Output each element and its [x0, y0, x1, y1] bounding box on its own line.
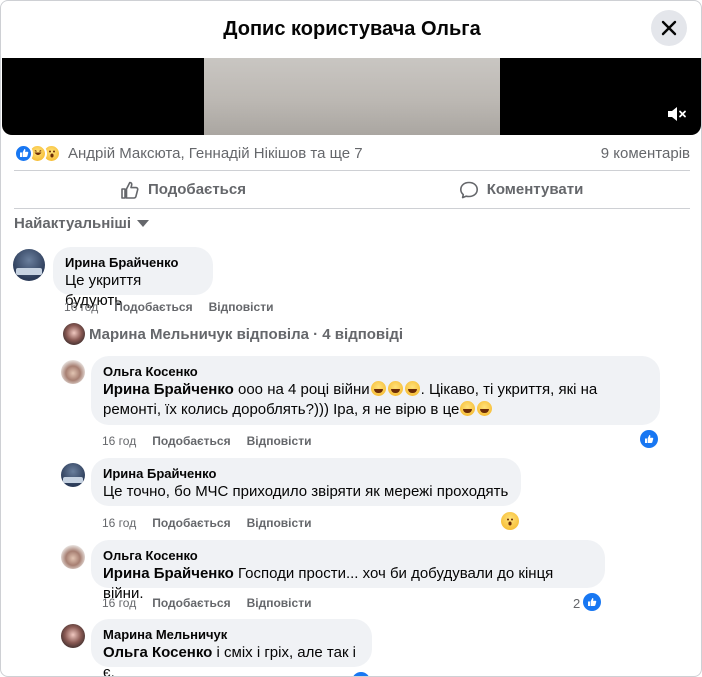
divider-bottom [14, 208, 690, 209]
reaction-icons[interactable] [14, 143, 61, 163]
reply-bubble: Марина Мельничук Ольга Косенко і сміх і … [91, 619, 372, 676]
reactors-text[interactable]: Андрій Максюта, Геннадій Нікішов та ще 7 [68, 145, 363, 162]
reply-reply-link[interactable]: Відповісти [247, 434, 312, 448]
dialog-title: Допис користувача Ольга [223, 17, 481, 40]
reply-reply-link[interactable]: Відповісти [247, 516, 312, 530]
replies-summary-link[interactable]: Марина Мельничук відповіла · 4 відповіді [89, 326, 403, 343]
wow-reaction-icon[interactable] [501, 512, 519, 530]
avatar[interactable] [61, 545, 85, 569]
reply-bubble: Ольга Косенко Ирина Брайченко ооо на 4 р… [91, 356, 660, 425]
close-button[interactable] [651, 10, 687, 46]
sort-label: Найактуальніші [14, 215, 132, 232]
laugh-emoji [460, 401, 476, 416]
like-icon [14, 143, 33, 163]
chevron-down-icon [137, 220, 150, 227]
mention-link[interactable]: Ирина Брайченко [103, 565, 234, 582]
video-player[interactable] [2, 58, 701, 135]
avatar [63, 323, 85, 345]
reply-text: Ольга Косенко і сміх і гріх, але так і є… [103, 644, 357, 677]
comment-label: Коментувати [486, 181, 584, 198]
post-dialog: Допис користувача Ольга Андрій Максюта, … [0, 0, 702, 677]
reply-like-link[interactable]: Подобається [152, 516, 230, 530]
comments-count[interactable]: 9 коментарів [601, 145, 690, 162]
reply-text: Це точно, бо МЧС приходило звіряти як ме… [103, 483, 509, 500]
like-reaction-icon[interactable] [640, 430, 658, 448]
reply-time[interactable]: 16 год [102, 516, 136, 530]
mute-icon[interactable] [665, 103, 687, 125]
reply-meta: 16 год Подобається Відповісти [102, 434, 327, 448]
avatar[interactable] [13, 249, 45, 281]
reply-author[interactable]: Ольга Косенко [103, 548, 593, 564]
sort-dropdown[interactable]: Найактуальніші [14, 215, 150, 232]
avatar[interactable] [61, 463, 85, 487]
comment-meta: 16 год Подобається Відповісти [64, 300, 289, 314]
post-actions: Подобається Коментувати [14, 171, 690, 208]
laugh-emoji [404, 381, 420, 396]
reply-like-link[interactable]: Подобається [152, 434, 230, 448]
like-label: Подобається [148, 181, 246, 198]
reply-like-link[interactable]: Подобається [152, 596, 230, 610]
thumbs-up-icon [121, 181, 139, 199]
avatar[interactable] [61, 624, 85, 648]
reply-reply-link[interactable]: Відповісти [247, 596, 312, 610]
comment-button[interactable]: Коментувати [352, 171, 690, 208]
reply-time[interactable]: 16 год [102, 596, 136, 610]
like-reaction-icon[interactable] [583, 593, 601, 611]
laugh-emoji [477, 401, 493, 416]
reply-bubble: Ольга Косенко Ирина Брайченко Господи пр… [91, 540, 605, 602]
close-icon [661, 20, 677, 36]
reply-text: Ирина Брайченко ооо на 4 році війни. Цік… [103, 381, 598, 398]
reply-text-line2: ремонті, їх колись дороблять?))) Іра, я … [103, 400, 648, 420]
video-frame [204, 58, 500, 135]
comment-like-link[interactable]: Подобається [114, 300, 192, 314]
mention-link[interactable]: Ирина Брайченко [103, 381, 234, 398]
like-reaction-icon[interactable] [352, 672, 370, 676]
comment-reply-link[interactable]: Відповісти [209, 300, 274, 314]
dialog-header: Допис користувача Ольга [1, 1, 701, 57]
laugh-emoji [387, 381, 403, 396]
reaction-count[interactable]: 2 [573, 596, 580, 611]
reactions-summary: Андрій Максюта, Геннадій Нікішов та ще 7… [14, 142, 690, 164]
avatar[interactable] [61, 360, 85, 384]
laugh-emoji [370, 381, 386, 396]
reply-author[interactable]: Марина Мельничук [103, 627, 360, 643]
reply-bubble: Ирина Брайченко Це точно, бо МЧС приходи… [91, 458, 521, 506]
reply-author[interactable]: Ирина Брайченко [103, 466, 509, 482]
like-button[interactable]: Подобається [14, 171, 352, 208]
comment-bubble: Ирина Брайченко Це укриття будують [53, 247, 213, 309]
reply-author[interactable]: Ольга Косенко [103, 364, 648, 380]
reply-meta: 16 год Подобається Відповісти [102, 596, 327, 610]
comment-time[interactable]: 16 год [64, 300, 98, 314]
comment-author[interactable]: Ирина Брайченко [65, 255, 201, 271]
reply-meta: 16 год Подобається Відповісти [102, 516, 327, 530]
comment-icon [459, 181, 478, 198]
mention-link[interactable]: Ольга Косенко [103, 644, 212, 661]
reply-time[interactable]: 16 год [102, 434, 136, 448]
